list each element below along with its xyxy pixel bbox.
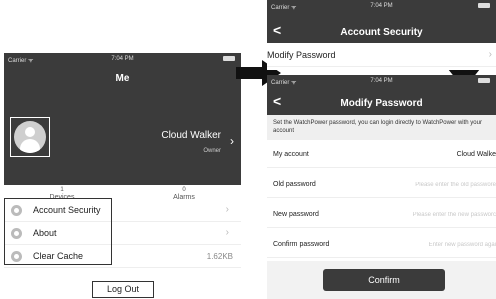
alarms-count: 0 — [182, 187, 186, 193]
account-security-header: Carrier ᯤ 7:04 PM < Account Security — [267, 0, 496, 43]
status-time: 7:04 PM — [111, 56, 134, 62]
status-bar: Carrier ᯤ 7:04 PM — [267, 0, 496, 12]
account-security-screen: Carrier ᯤ 7:04 PM < Account Security Mod… — [267, 0, 496, 70]
chevron-right-icon: › — [225, 227, 229, 238]
logout-button[interactable]: Log Out — [92, 281, 154, 298]
old-password-row: Old password — [267, 172, 496, 198]
new-password-row: New password — [267, 202, 496, 228]
modify-password-header: Carrier ᯤ 7:04 PM < Modify Password — [267, 75, 496, 115]
chevron-right-icon: › — [225, 204, 229, 215]
menu-highlight-box — [4, 198, 112, 265]
confirm-password-input[interactable] — [376, 238, 496, 252]
field-label: Old password — [273, 181, 316, 188]
page-title: Account Security — [340, 27, 423, 38]
hint-text: Set the WatchPower password, you can log… — [267, 115, 496, 140]
status-time: 7:04 PM — [370, 3, 393, 9]
user-avatar-icon — [14, 121, 46, 153]
chevron-right-icon: › — [488, 49, 492, 60]
battery-icon — [223, 56, 235, 61]
footer: Confirm — [267, 261, 496, 299]
carrier-label: Carrier ᯤ — [271, 80, 297, 86]
carrier-label: Carrier ᯤ — [8, 58, 34, 64]
me-header: Carrier ᯤ 7:04 PM Me Cloud Walker Owner … — [4, 53, 241, 185]
account-value: Cloud Walke — [456, 151, 496, 158]
confirm-button[interactable]: Confirm — [323, 269, 445, 291]
carrier-label: Carrier ᯤ — [271, 5, 297, 11]
status-time: 7:04 PM — [370, 78, 393, 84]
old-password-input[interactable] — [376, 178, 496, 192]
menu-item-label: Modify Password — [267, 50, 336, 60]
page-title: Modify Password — [340, 98, 423, 109]
chevron-right-icon[interactable]: › — [230, 134, 234, 148]
field-label: Confirm password — [273, 241, 330, 248]
devices-count: 1 — [60, 187, 64, 193]
field-label: New password — [273, 211, 319, 218]
avatar[interactable] — [10, 117, 50, 157]
page-title: Me — [115, 73, 130, 84]
new-password-input[interactable] — [376, 208, 496, 222]
status-bar: Carrier ᯤ 7:04 PM — [267, 75, 496, 87]
field-label: My account — [273, 151, 309, 158]
battery-icon — [478, 78, 490, 83]
menu-item-modify-password[interactable]: Modify Password › — [267, 43, 496, 67]
me-screen: Carrier ᯤ 7:04 PM Me Cloud Walker Owner … — [4, 53, 241, 299]
confirm-password-row: Confirm password — [267, 232, 496, 258]
cache-size: 1.62KB — [206, 252, 233, 261]
user-role: Owner — [203, 148, 221, 154]
user-name[interactable]: Cloud Walker — [161, 130, 221, 141]
status-bar: Carrier ᯤ 7:04 PM — [4, 53, 241, 65]
battery-icon — [478, 3, 490, 8]
modify-password-screen: Carrier ᯤ 7:04 PM < Modify Password Set … — [267, 75, 496, 299]
account-row: My account Cloud Walke — [267, 142, 496, 168]
